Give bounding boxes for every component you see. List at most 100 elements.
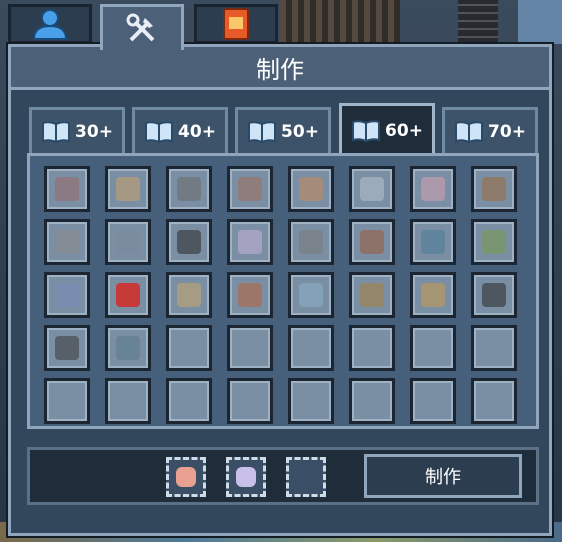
tab-character[interactable] xyxy=(8,4,92,44)
empty-recipe-slot[interactable] xyxy=(349,325,395,371)
recipe-slot[interactable] xyxy=(349,166,395,212)
level-tab-70plus[interactable]: 70+ xyxy=(442,107,538,153)
empty-recipe-slot[interactable] xyxy=(288,378,334,424)
recipe-slot[interactable] xyxy=(105,166,151,212)
wall-decoration xyxy=(280,0,400,44)
recipe-slot[interactable] xyxy=(410,272,456,318)
tab-crafting[interactable] xyxy=(100,4,184,50)
recipe-slot[interactable] xyxy=(349,219,395,265)
crystal-icon xyxy=(236,467,256,487)
empty-recipe-slot[interactable] xyxy=(288,325,334,371)
book-icon xyxy=(248,120,277,144)
empty-recipe-slot[interactable] xyxy=(166,378,212,424)
hammer-icon xyxy=(55,230,79,254)
empty-recipe-slot[interactable] xyxy=(44,378,90,424)
pickaxe-gold-icon xyxy=(360,283,384,307)
recipe-grid xyxy=(44,166,517,424)
ore-dark-icon xyxy=(482,283,506,307)
tools-icon xyxy=(126,13,155,41)
recipe-slot[interactable] xyxy=(471,219,517,265)
level-tab-label: 40+ xyxy=(178,121,216,142)
book-icon xyxy=(455,120,484,144)
boot-icon xyxy=(55,336,79,360)
recipe-slot[interactable] xyxy=(349,272,395,318)
material-slot[interactable] xyxy=(226,457,266,497)
recipe-slot[interactable] xyxy=(288,219,334,265)
book-icon xyxy=(352,119,381,143)
craft-button[interactable]: 制作 xyxy=(364,454,522,498)
sky-decoration xyxy=(518,0,562,44)
recipe-slot[interactable] xyxy=(166,219,212,265)
book-icon xyxy=(145,120,174,144)
recipe-slot[interactable] xyxy=(105,272,151,318)
meat-icon xyxy=(176,467,196,487)
recipe-slot[interactable] xyxy=(410,166,456,212)
book-icon xyxy=(42,120,71,144)
recipe-slot[interactable] xyxy=(227,272,273,318)
cloth-icon xyxy=(421,177,445,201)
recipe-slot[interactable] xyxy=(44,166,90,212)
meat-icon xyxy=(238,177,262,201)
empty-recipe-slot[interactable] xyxy=(227,325,273,371)
wand-icon xyxy=(55,177,79,201)
paper-icon xyxy=(360,177,384,201)
recipe-slot[interactable] xyxy=(105,219,151,265)
empty-recipe-slot[interactable] xyxy=(166,325,212,371)
empty-recipe-slot[interactable] xyxy=(471,325,517,371)
pickaxe-icon xyxy=(299,230,323,254)
empty-recipe-slot[interactable] xyxy=(410,325,456,371)
level-tab-label: 60+ xyxy=(385,120,423,141)
empty-recipe-slot[interactable] xyxy=(105,378,151,424)
recipe-slot[interactable] xyxy=(471,166,517,212)
tab-journal[interactable] xyxy=(194,4,278,44)
level-tab-label: 70+ xyxy=(488,121,526,142)
craft-bar: 制作 xyxy=(27,447,539,505)
book-icon xyxy=(223,8,249,40)
empty-recipe-slot[interactable] xyxy=(471,378,517,424)
shovel-red-icon xyxy=(116,283,140,307)
level-tab-50plus[interactable]: 50+ xyxy=(235,107,331,153)
empty-recipe-slot[interactable] xyxy=(410,378,456,424)
recipe-grid-area xyxy=(27,153,539,429)
recipe-slot[interactable] xyxy=(105,325,151,371)
material-slot[interactable] xyxy=(286,457,326,497)
recipe-slot[interactable] xyxy=(288,166,334,212)
spear-icon xyxy=(116,230,140,254)
level-tab-60plus[interactable]: 60+ xyxy=(339,103,435,155)
recipe-slot[interactable] xyxy=(410,219,456,265)
crafting-panel: 制作 30+ 40+ 50+ 60+ 70+ 制作 xyxy=(8,44,552,536)
recipe-slot[interactable] xyxy=(471,272,517,318)
shovel-blue-icon xyxy=(55,283,79,307)
material-slot[interactable] xyxy=(166,457,206,497)
wood-icon xyxy=(360,230,384,254)
window-decoration xyxy=(458,0,498,44)
level-tab-40plus[interactable]: 40+ xyxy=(132,107,228,153)
level-tabs: 30+ 40+ 50+ 60+ 70+ xyxy=(29,103,538,155)
level-tab-label: 30+ xyxy=(75,121,113,142)
recipe-slot[interactable] xyxy=(227,166,273,212)
recipe-slot[interactable] xyxy=(288,272,334,318)
scroll-icon xyxy=(116,177,140,201)
coal-icon xyxy=(177,230,201,254)
wrench-icon xyxy=(299,283,323,307)
log-icon xyxy=(482,177,506,201)
ore-icon xyxy=(177,177,201,201)
recipe-slot[interactable] xyxy=(44,272,90,318)
panel-title: 制作 xyxy=(256,55,304,84)
bread-icon xyxy=(238,283,262,307)
shovel-gold-icon xyxy=(482,230,506,254)
recipe-slot[interactable] xyxy=(44,219,90,265)
recipe-slot[interactable] xyxy=(166,166,212,212)
empty-recipe-slot[interactable] xyxy=(227,378,273,424)
shovel-yellow-icon xyxy=(421,283,445,307)
shovel-tan-icon xyxy=(177,283,201,307)
recipe-slot[interactable] xyxy=(166,272,212,318)
panel-title-bar: 制作 xyxy=(11,47,549,90)
shirt-icon xyxy=(238,230,262,254)
level-tab-30plus[interactable]: 30+ xyxy=(29,107,125,153)
recipe-slot[interactable] xyxy=(227,219,273,265)
player-icon xyxy=(32,9,68,40)
empty-recipe-slot[interactable] xyxy=(349,378,395,424)
shovel-icon xyxy=(421,230,445,254)
recipe-slot[interactable] xyxy=(44,325,90,371)
